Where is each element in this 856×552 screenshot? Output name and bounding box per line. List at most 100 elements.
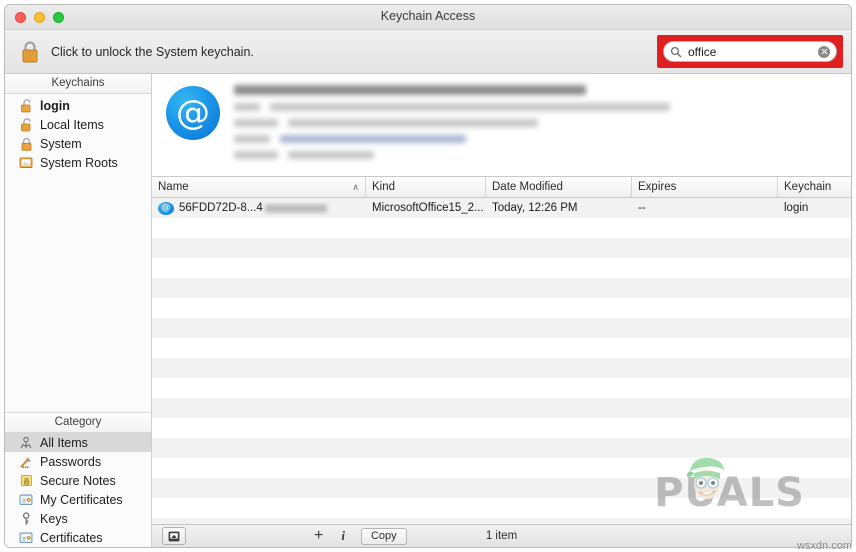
keychains-section: Keychains login Local Items System Syste… <box>5 74 151 172</box>
table-empty-row <box>152 478 851 498</box>
sidebar-item-label: System Roots <box>40 155 118 170</box>
table-empty-row <box>152 338 851 358</box>
window-body: Keychains login Local Items System Syste… <box>5 74 851 547</box>
table-empty-row <box>152 258 851 278</box>
table-body: @ 56FDD72D-8...4 MicrosoftOffice15_2... … <box>152 198 851 524</box>
column-header-label: Keychain <box>784 181 832 193</box>
sidebar-item-label: Certificates <box>40 530 103 545</box>
table-empty-row <box>152 418 851 438</box>
passwords-key-icon <box>17 454 35 469</box>
cell-date-modified: Today, 12:26 PM <box>492 202 578 214</box>
status-item-count: 1 item <box>485 530 518 542</box>
window-title: Keychain Access <box>380 9 476 23</box>
table-empty-row <box>152 358 851 378</box>
keychains-header: Keychains <box>5 74 151 94</box>
table-empty-row <box>152 498 851 518</box>
detail-title-redacted <box>234 85 586 95</box>
toolbar: Click to unlock the System keychain. off… <box>5 30 851 74</box>
title-bar: Keychain Access <box>5 5 851 30</box>
sidebar-item-keys[interactable]: Keys <box>5 509 151 528</box>
screenshot-root: Keychain Access Click to unlock the Syst… <box>0 0 856 552</box>
detail-account-redacted <box>234 119 851 127</box>
column-header-label: Name <box>158 181 189 193</box>
search-field[interactable]: office <box>663 41 837 62</box>
site-watermark: wsxdn.com <box>796 540 852 552</box>
item-detail-redacted-text <box>234 83 851 176</box>
items-table: Name ∧ Kind Date Modified Expires Keycha… <box>152 177 851 524</box>
category-section: Category All Items Passwords Secure Note… <box>5 412 151 547</box>
locked-padlock-icon <box>17 136 35 151</box>
table-empty-row <box>152 278 851 298</box>
sidebar-item-login[interactable]: login <box>5 96 151 115</box>
certificate-folder-icon <box>17 155 35 170</box>
keychain-access-window: Keychain Access Click to unlock the Syst… <box>4 4 852 548</box>
sidebar-item-local-items[interactable]: Local Items <box>5 115 151 134</box>
secure-note-icon <box>17 473 35 488</box>
padlock-closed-icon[interactable] <box>17 38 43 66</box>
table-empty-row <box>152 298 851 318</box>
column-header-date-modified[interactable]: Date Modified <box>486 177 632 197</box>
keys-icon <box>17 511 35 526</box>
clear-icon[interactable] <box>818 45 830 58</box>
column-header-label: Kind <box>372 181 396 193</box>
cell-expires: -- <box>638 202 646 214</box>
main-panel: @ Name ∧ Kind Date Modified Expires Keyc… <box>152 74 851 547</box>
table-empty-row <box>152 218 851 238</box>
unlock-message[interactable]: Click to unlock the System keychain. <box>51 45 254 59</box>
certificates-icon <box>17 530 35 545</box>
table-empty-row <box>152 458 851 478</box>
sidebar-item-all-items[interactable]: All Items <box>5 433 151 452</box>
category-header: Category <box>5 412 151 433</box>
cell-name-text: 56FDD72D-8...4 <box>179 202 263 214</box>
sidebar-item-secure-notes[interactable]: Secure Notes <box>5 471 151 490</box>
table-empty-row <box>152 238 851 258</box>
at-sign-icon: @ <box>166 86 220 140</box>
bottom-toolbar: + i Copy 1 item <box>152 524 851 547</box>
my-certificates-icon <box>17 492 35 507</box>
sidebar-item-system-roots[interactable]: System Roots <box>5 153 151 172</box>
search-input[interactable]: office <box>688 45 818 59</box>
table-empty-row <box>152 438 851 458</box>
sidebar-item-label: Passwords <box>40 454 102 469</box>
column-header-label: Date Modified <box>492 181 563 193</box>
table-row[interactable]: @ 56FDD72D-8...4 MicrosoftOffice15_2... … <box>152 198 851 218</box>
cell-name: @ 56FDD72D-8...4 <box>152 201 366 215</box>
sidebar-item-label: Secure Notes <box>40 473 116 488</box>
sidebar: Keychains login Local Items System Syste… <box>5 74 152 547</box>
cell-name-redacted <box>264 203 327 213</box>
column-header-label: Expires <box>638 181 677 193</box>
detail-modified-redacted <box>234 151 851 159</box>
column-header-kind[interactable]: Kind <box>366 177 486 197</box>
cell-kind: MicrosoftOffice15_2... <box>372 202 484 214</box>
sidebar-item-passwords[interactable]: Passwords <box>5 452 151 471</box>
table-empty-row <box>152 398 851 418</box>
search-highlight-box: office <box>657 35 843 68</box>
all-items-icon <box>17 435 35 450</box>
sidebar-item-system[interactable]: System <box>5 134 151 153</box>
sidebar-item-my-certificates[interactable]: My Certificates <box>5 490 151 509</box>
column-header-name[interactable]: Name ∧ <box>152 177 366 197</box>
sidebar-item-certificates[interactable]: Certificates <box>5 528 151 547</box>
detail-kind-redacted <box>234 103 851 111</box>
sidebar-item-label: System <box>40 136 82 151</box>
table-header-row: Name ∧ Kind Date Modified Expires Keycha… <box>152 177 851 198</box>
keychains-list: login Local Items System System Roots <box>5 94 151 172</box>
unlocked-padlock-icon <box>17 117 35 132</box>
column-header-expires[interactable]: Expires <box>632 177 778 197</box>
detail-where-redacted <box>234 135 851 143</box>
at-sign-icon: @ <box>158 201 174 215</box>
sort-ascending-icon: ∧ <box>352 181 359 192</box>
column-header-keychain[interactable]: Keychain <box>778 177 851 197</box>
search-icon <box>670 46 684 58</box>
item-detail-header: @ <box>152 74 851 177</box>
sidebar-item-label: My Certificates <box>40 492 123 507</box>
unlocked-padlock-icon <box>17 98 35 113</box>
cell-keychain: login <box>784 202 809 214</box>
table-empty-row <box>152 318 851 338</box>
table-empty-row <box>152 378 851 398</box>
sidebar-item-label: Local Items <box>40 117 104 132</box>
sidebar-item-label: login <box>40 98 70 113</box>
sidebar-item-label: Keys <box>40 511 68 526</box>
sidebar-item-label: All Items <box>40 435 88 450</box>
